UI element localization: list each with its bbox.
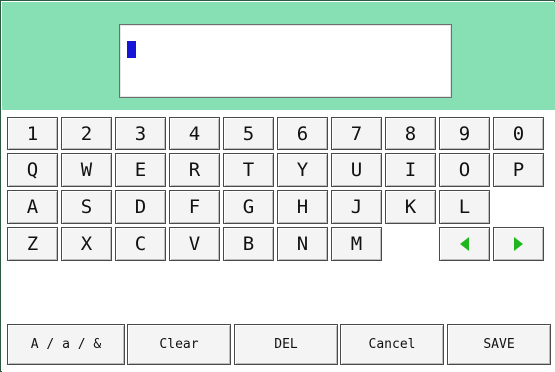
key-w[interactable]: W (61, 153, 112, 187)
key-f[interactable]: F (169, 190, 220, 224)
key-3[interactable]: 3 (115, 117, 166, 150)
key-u[interactable]: U (331, 153, 382, 187)
key-a[interactable]: A (7, 190, 58, 224)
cursor-right-button[interactable] (493, 227, 544, 261)
text-display-field[interactable] (119, 24, 452, 98)
key-m[interactable]: M (331, 227, 382, 261)
key-7[interactable]: 7 (331, 117, 382, 150)
save-button[interactable]: SAVE (447, 324, 551, 365)
key-t[interactable]: T (223, 153, 274, 187)
delete-button[interactable]: DEL (234, 324, 338, 365)
key-g[interactable]: G (223, 190, 274, 224)
key-l[interactable]: L (439, 190, 490, 224)
key-4[interactable]: 4 (169, 117, 220, 150)
mode-toggle-button[interactable]: A / a / & (7, 324, 125, 365)
cursor-left-button[interactable] (439, 227, 490, 261)
key-8[interactable]: 8 (385, 117, 436, 150)
keyboard-window: 1 2 3 4 5 6 7 8 9 0 Q W E R T Y U I O P … (0, 0, 555, 372)
input-panel (2, 2, 555, 110)
key-q[interactable]: Q (7, 153, 58, 187)
key-9[interactable]: 9 (439, 117, 490, 150)
key-z[interactable]: Z (7, 227, 58, 261)
key-s[interactable]: S (61, 190, 112, 224)
key-i[interactable]: I (385, 153, 436, 187)
key-1[interactable]: 1 (7, 117, 58, 150)
key-r[interactable]: R (169, 153, 220, 187)
key-d[interactable]: D (115, 190, 166, 224)
key-e[interactable]: E (115, 153, 166, 187)
key-y[interactable]: Y (277, 153, 328, 187)
key-n[interactable]: N (277, 227, 328, 261)
key-p[interactable]: P (493, 153, 544, 187)
left-arrow-icon (460, 237, 469, 251)
key-k[interactable]: K (385, 190, 436, 224)
key-o[interactable]: O (439, 153, 490, 187)
right-arrow-icon (514, 237, 523, 251)
key-h[interactable]: H (277, 190, 328, 224)
key-c[interactable]: C (115, 227, 166, 261)
clear-button[interactable]: Clear (127, 324, 231, 365)
cancel-button[interactable]: Cancel (340, 324, 444, 365)
key-j[interactable]: J (331, 190, 382, 224)
key-5[interactable]: 5 (223, 117, 274, 150)
text-cursor (127, 41, 136, 58)
key-x[interactable]: X (61, 227, 112, 261)
key-b[interactable]: B (223, 227, 274, 261)
key-v[interactable]: V (169, 227, 220, 261)
on-screen-keyboard: 1 2 3 4 5 6 7 8 9 0 Q W E R T Y U I O P … (2, 110, 555, 372)
key-2[interactable]: 2 (61, 117, 112, 150)
key-6[interactable]: 6 (277, 117, 328, 150)
key-0[interactable]: 0 (493, 117, 544, 150)
